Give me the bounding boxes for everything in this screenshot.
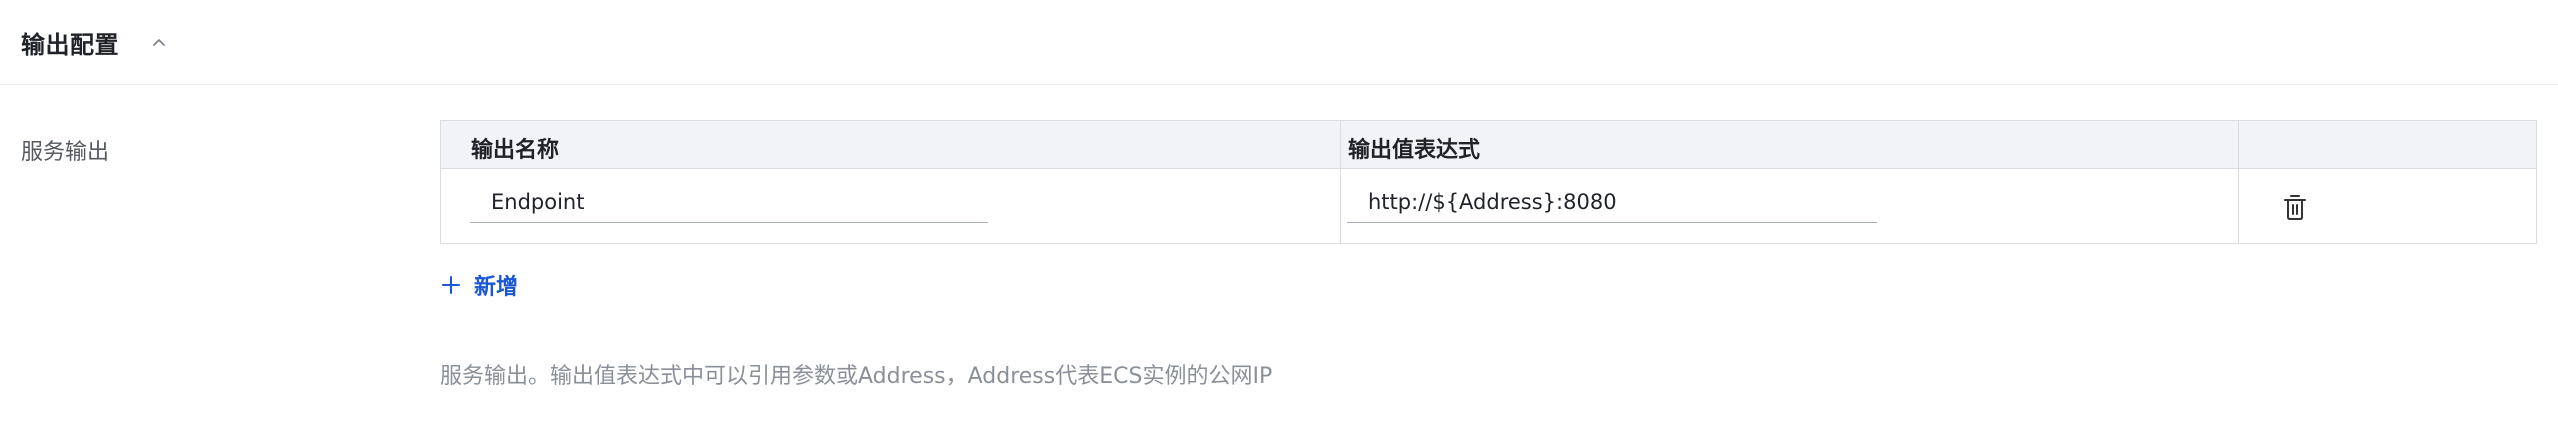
section-title: 输出配置 [21,30,119,59]
cell-actions [2239,169,2536,243]
add-output-button[interactable]: 新增 [440,268,518,302]
output-name-input[interactable] [470,181,988,223]
header-output-expression: 输出值表达式 [1348,138,1481,163]
service-output-label: 服务输出 [21,140,110,165]
add-output-label: 新增 [474,275,519,300]
output-table: 输出名称 输出值表达式 [440,120,2537,244]
help-text: 服务输出。输出值表达式中可以引用参数或Address，Address代表ECS实… [440,364,1273,389]
table-header: 输出名称 输出值表达式 [441,121,2536,169]
section-header: 输出配置 [0,0,2558,85]
header-output-name: 输出名称 [471,138,560,163]
header-cell-output-expression: 输出值表达式 [1341,121,2239,168]
trash-icon [2284,195,2306,220]
plus-icon [440,274,462,296]
header-cell-output-name: 输出名称 [441,121,1341,168]
collapse-toggle-button[interactable] [149,32,169,52]
chevron-up-icon [153,39,165,46]
output-expression-input[interactable] [1347,181,1877,223]
cell-output-name [441,169,1341,243]
header-cell-actions [2239,121,2536,168]
delete-row-button[interactable] [2277,189,2313,225]
cell-output-expression [1341,169,2239,243]
table-row [441,169,2536,243]
